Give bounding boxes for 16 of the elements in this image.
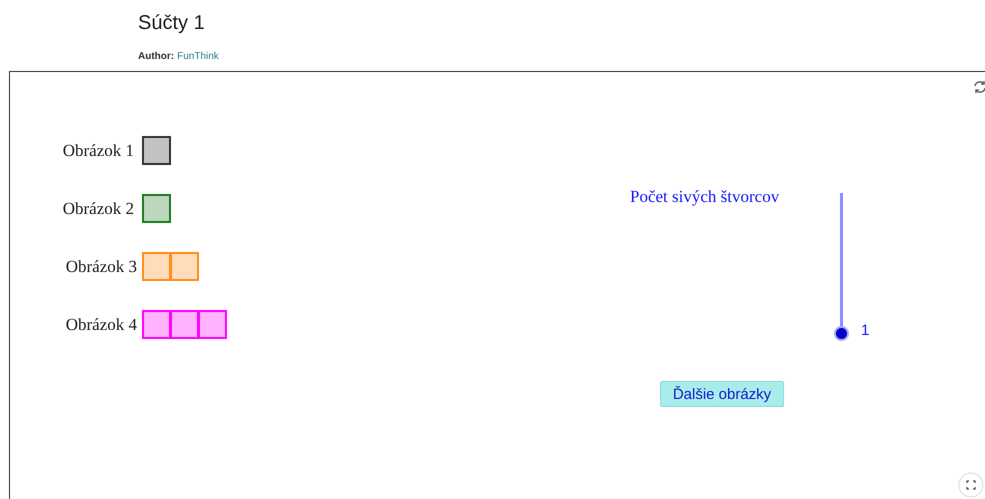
- page-title: Súčty 1: [138, 12, 205, 35]
- slider-thumb[interactable]: [836, 328, 847, 339]
- figure-label: Obrázok 1: [62, 140, 134, 160]
- slider-value: 1: [861, 322, 870, 339]
- refresh-icon[interactable]: [973, 80, 985, 94]
- figure-label: Obrázok 2: [62, 198, 134, 218]
- square-figure: [142, 252, 198, 281]
- author-label: Author:: [138, 51, 174, 62]
- figure-label: Obrázok 3: [64, 256, 137, 276]
- next-pictures-button[interactable]: Ďalšie obrázky: [660, 381, 784, 407]
- square-figure: [142, 136, 170, 165]
- figure-label: Obrázok 4: [64, 314, 137, 334]
- square-figure: [142, 194, 170, 223]
- fullscreen-icon[interactable]: [958, 472, 984, 498]
- author-link[interactable]: FunThink: [177, 51, 219, 62]
- slider-label: Počet sivých štvorcov: [630, 187, 780, 207]
